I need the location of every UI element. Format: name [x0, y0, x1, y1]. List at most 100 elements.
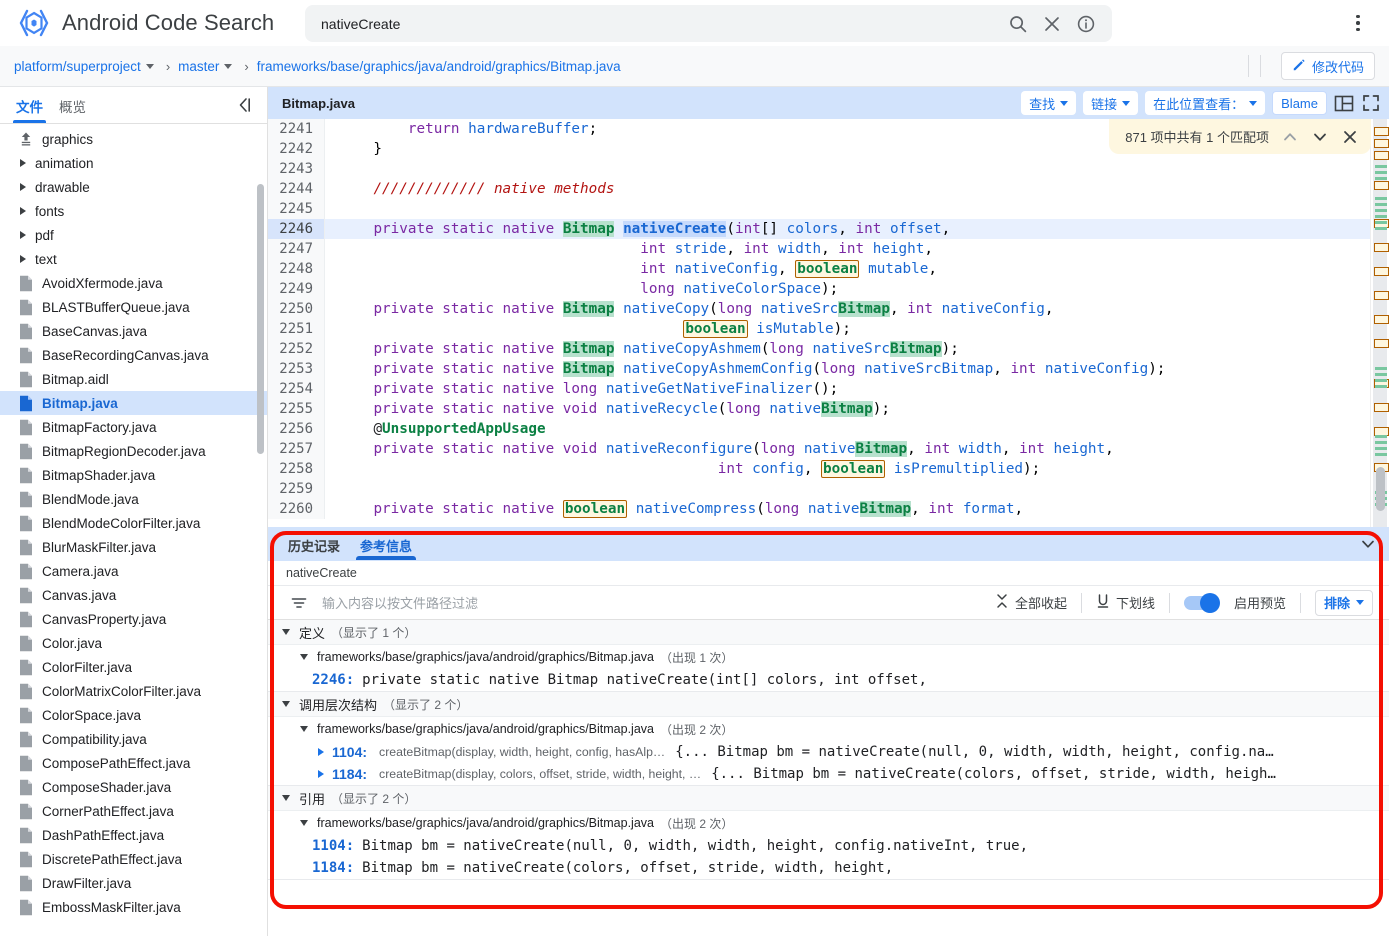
code-line[interactable]: 2254 private static native long nativeGe…	[268, 379, 1389, 399]
tree-folder-drawable[interactable]: drawable	[0, 175, 267, 199]
breadcrumb-branch[interactable]: master	[178, 59, 219, 74]
tree-file-item[interactable]: ComposeShader.java	[0, 775, 267, 799]
tree-file-item[interactable]: BaseRecordingCanvas.java	[0, 343, 267, 367]
close-icon[interactable]	[1042, 14, 1062, 34]
split-view-icon[interactable]	[1334, 93, 1354, 113]
tree-file-item[interactable]: Color.java	[0, 631, 267, 655]
view-here-menu-button[interactable]: 在此位置查看：	[1145, 91, 1265, 115]
result-file-header[interactable]: frameworks/base/graphics/java/android/gr…	[268, 717, 1389, 741]
edit-code-button[interactable]: 修改代码	[1281, 52, 1375, 80]
chevron-up-icon[interactable]	[1281, 128, 1299, 146]
fullscreen-icon[interactable]	[1361, 93, 1381, 113]
chevron-down-icon[interactable]	[224, 64, 232, 69]
tree-file-item[interactable]: DiscretePathEffect.java	[0, 847, 267, 871]
tree-file-item[interactable]: Bitmap.aidl	[0, 367, 267, 391]
code-minimap[interactable]	[1370, 119, 1389, 527]
enable-preview-toggle[interactable]: 启用预览	[1170, 593, 1300, 612]
tab-files[interactable]: 文件	[16, 87, 43, 123]
tree-folder-fonts[interactable]: fonts	[0, 199, 267, 223]
sidebar-scrollbar[interactable]	[257, 184, 264, 454]
result-line-number[interactable]: 1104:	[312, 838, 354, 854]
toggle-switch[interactable]	[1184, 596, 1218, 610]
code-line[interactable]: 2255 private static native void nativeRe…	[268, 399, 1389, 419]
tree-folder-pdf[interactable]: pdf	[0, 223, 267, 247]
tab-overview[interactable]: 概览	[59, 87, 86, 123]
tree-file-item[interactable]: BlendModeColorFilter.java	[0, 511, 267, 535]
tree-file-item[interactable]: BitmapFactory.java	[0, 415, 267, 439]
tree-folder-text[interactable]: text	[0, 247, 267, 271]
chevron-right-icon[interactable]	[318, 748, 324, 756]
search-icon[interactable]	[1008, 14, 1028, 34]
tree-file-item[interactable]: Canvas.java	[0, 583, 267, 607]
code-line[interactable]: 2245	[268, 199, 1389, 219]
tree-file-item[interactable]: Compatibility.java	[0, 727, 267, 751]
tree-file-item[interactable]: EmbossMaskFilter.java	[0, 895, 267, 919]
tree-file-item[interactable]: BitmapRegionDecoder.java	[0, 439, 267, 463]
tree-file-item[interactable]: ColorSpace.java	[0, 703, 267, 727]
code-line[interactable]: 2256 @UnsupportedAppUsage	[268, 419, 1389, 439]
result-call-row[interactable]: 1104:createBitmap(display, width, height…	[268, 741, 1389, 763]
code-line[interactable]: 2251 boolean isMutable);	[268, 319, 1389, 339]
underline-button[interactable]: 下划线	[1082, 593, 1169, 612]
tab-references[interactable]: 参考信息	[360, 527, 412, 560]
filter-input[interactable]: 输入内容以按文件路径过滤	[322, 593, 478, 612]
tree-file-item[interactable]: AvoidXfermode.java	[0, 271, 267, 295]
more-vertical-icon[interactable]	[1347, 12, 1369, 34]
code-line[interactable]: 2253 private static native Bitmap native…	[268, 359, 1389, 379]
tree-file-item[interactable]: BlurMaskFilter.java	[0, 535, 267, 559]
collapse-all-button[interactable]: 全部收起	[981, 593, 1081, 612]
code-line[interactable]: 2259	[268, 479, 1389, 499]
tree-file-item[interactable]: BaseCanvas.java	[0, 319, 267, 343]
result-line-number[interactable]: 2246:	[312, 672, 354, 688]
code-line[interactable]: 2249 long nativeColorSpace);	[268, 279, 1389, 299]
links-menu-button[interactable]: 链接	[1083, 91, 1138, 115]
result-code-row[interactable]: 1184:Bitmap bm = nativeCreate(colors, of…	[268, 857, 1389, 879]
tree-file-item[interactable]: DashPathEffect.java	[0, 823, 267, 847]
code-line[interactable]: 2258 int config, boolean isPremultiplied…	[268, 459, 1389, 479]
search-box[interactable]: nativeCreate	[305, 5, 1112, 42]
chevron-down-icon[interactable]	[1311, 128, 1329, 146]
tree-file-item[interactable]: DrawFilter.java	[0, 871, 267, 895]
blame-button[interactable]: Blame	[1272, 91, 1327, 115]
tree-folder-animation[interactable]: animation	[0, 151, 267, 175]
code-line[interactable]: 2248 int nativeConfig, boolean mutable,	[268, 259, 1389, 279]
result-line-number[interactable]: 1184:	[312, 860, 354, 876]
breadcrumb-repo[interactable]: platform/superproject	[14, 59, 141, 74]
exclude-dropdown[interactable]: 排除	[1315, 590, 1373, 616]
tree-parent-folder[interactable]: graphics	[0, 127, 267, 151]
chevron-down-icon[interactable]	[146, 64, 154, 69]
tree-file-item[interactable]: ColorFilter.java	[0, 655, 267, 679]
info-icon[interactable]	[1076, 14, 1096, 34]
tree-file-item[interactable]: Bitmap.java	[0, 391, 267, 415]
result-section-header[interactable]: 引用（显示了 2 个）	[268, 786, 1389, 811]
tree-file-item[interactable]: BLASTBufferQueue.java	[0, 295, 267, 319]
result-call-row[interactable]: 1184:createBitmap(display, colors, offse…	[268, 763, 1389, 785]
tree-file-item[interactable]: ComposePathEffect.java	[0, 751, 267, 775]
code-line[interactable]: 2244 ///////////// native methods	[268, 179, 1389, 199]
result-file-header[interactable]: frameworks/base/graphics/java/android/gr…	[268, 811, 1389, 835]
tab-history[interactable]: 历史记录	[288, 527, 340, 560]
minimap-scroll-thumb[interactable]	[1376, 467, 1385, 511]
code-line[interactable]: 2247 int stride, int width, int height,	[268, 239, 1389, 259]
result-code-row[interactable]: 1104:Bitmap bm = nativeCreate(null, 0, w…	[268, 835, 1389, 857]
result-section-header[interactable]: 定义（显示了 1 个）	[268, 620, 1389, 645]
code-line[interactable]: 2250 private static native Bitmap native…	[268, 299, 1389, 319]
code-line[interactable]: 2260 private static native boolean nativ…	[268, 499, 1389, 519]
find-menu-button[interactable]: 查找	[1021, 91, 1076, 115]
logo-home-link[interactable]: Android Code Search	[14, 3, 274, 43]
editor-file-tab[interactable]: Bitmap.java	[282, 96, 355, 111]
result-code-row[interactable]: 2246:private static native Bitmap native…	[268, 669, 1389, 691]
code-line[interactable]: 2252 private static native Bitmap native…	[268, 339, 1389, 359]
tree-file-item[interactable]: CanvasProperty.java	[0, 607, 267, 631]
result-section-header[interactable]: 调用层次结构（显示了 2 个）	[268, 692, 1389, 717]
tree-file-item[interactable]: Camera.java	[0, 559, 267, 583]
tree-file-item[interactable]: CornerPathEffect.java	[0, 799, 267, 823]
code-line[interactable]: 2243	[268, 159, 1389, 179]
result-line-number[interactable]: 1104:	[332, 744, 367, 760]
tree-file-item[interactable]: ColorMatrixColorFilter.java	[0, 679, 267, 703]
code-line[interactable]: 2246 private static native Bitmap native…	[268, 219, 1389, 239]
tree-file-item[interactable]: BlendMode.java	[0, 487, 267, 511]
search-input[interactable]: nativeCreate	[321, 16, 1008, 32]
result-line-number[interactable]: 1184:	[332, 766, 367, 782]
collapse-panel-icon[interactable]	[235, 95, 255, 115]
